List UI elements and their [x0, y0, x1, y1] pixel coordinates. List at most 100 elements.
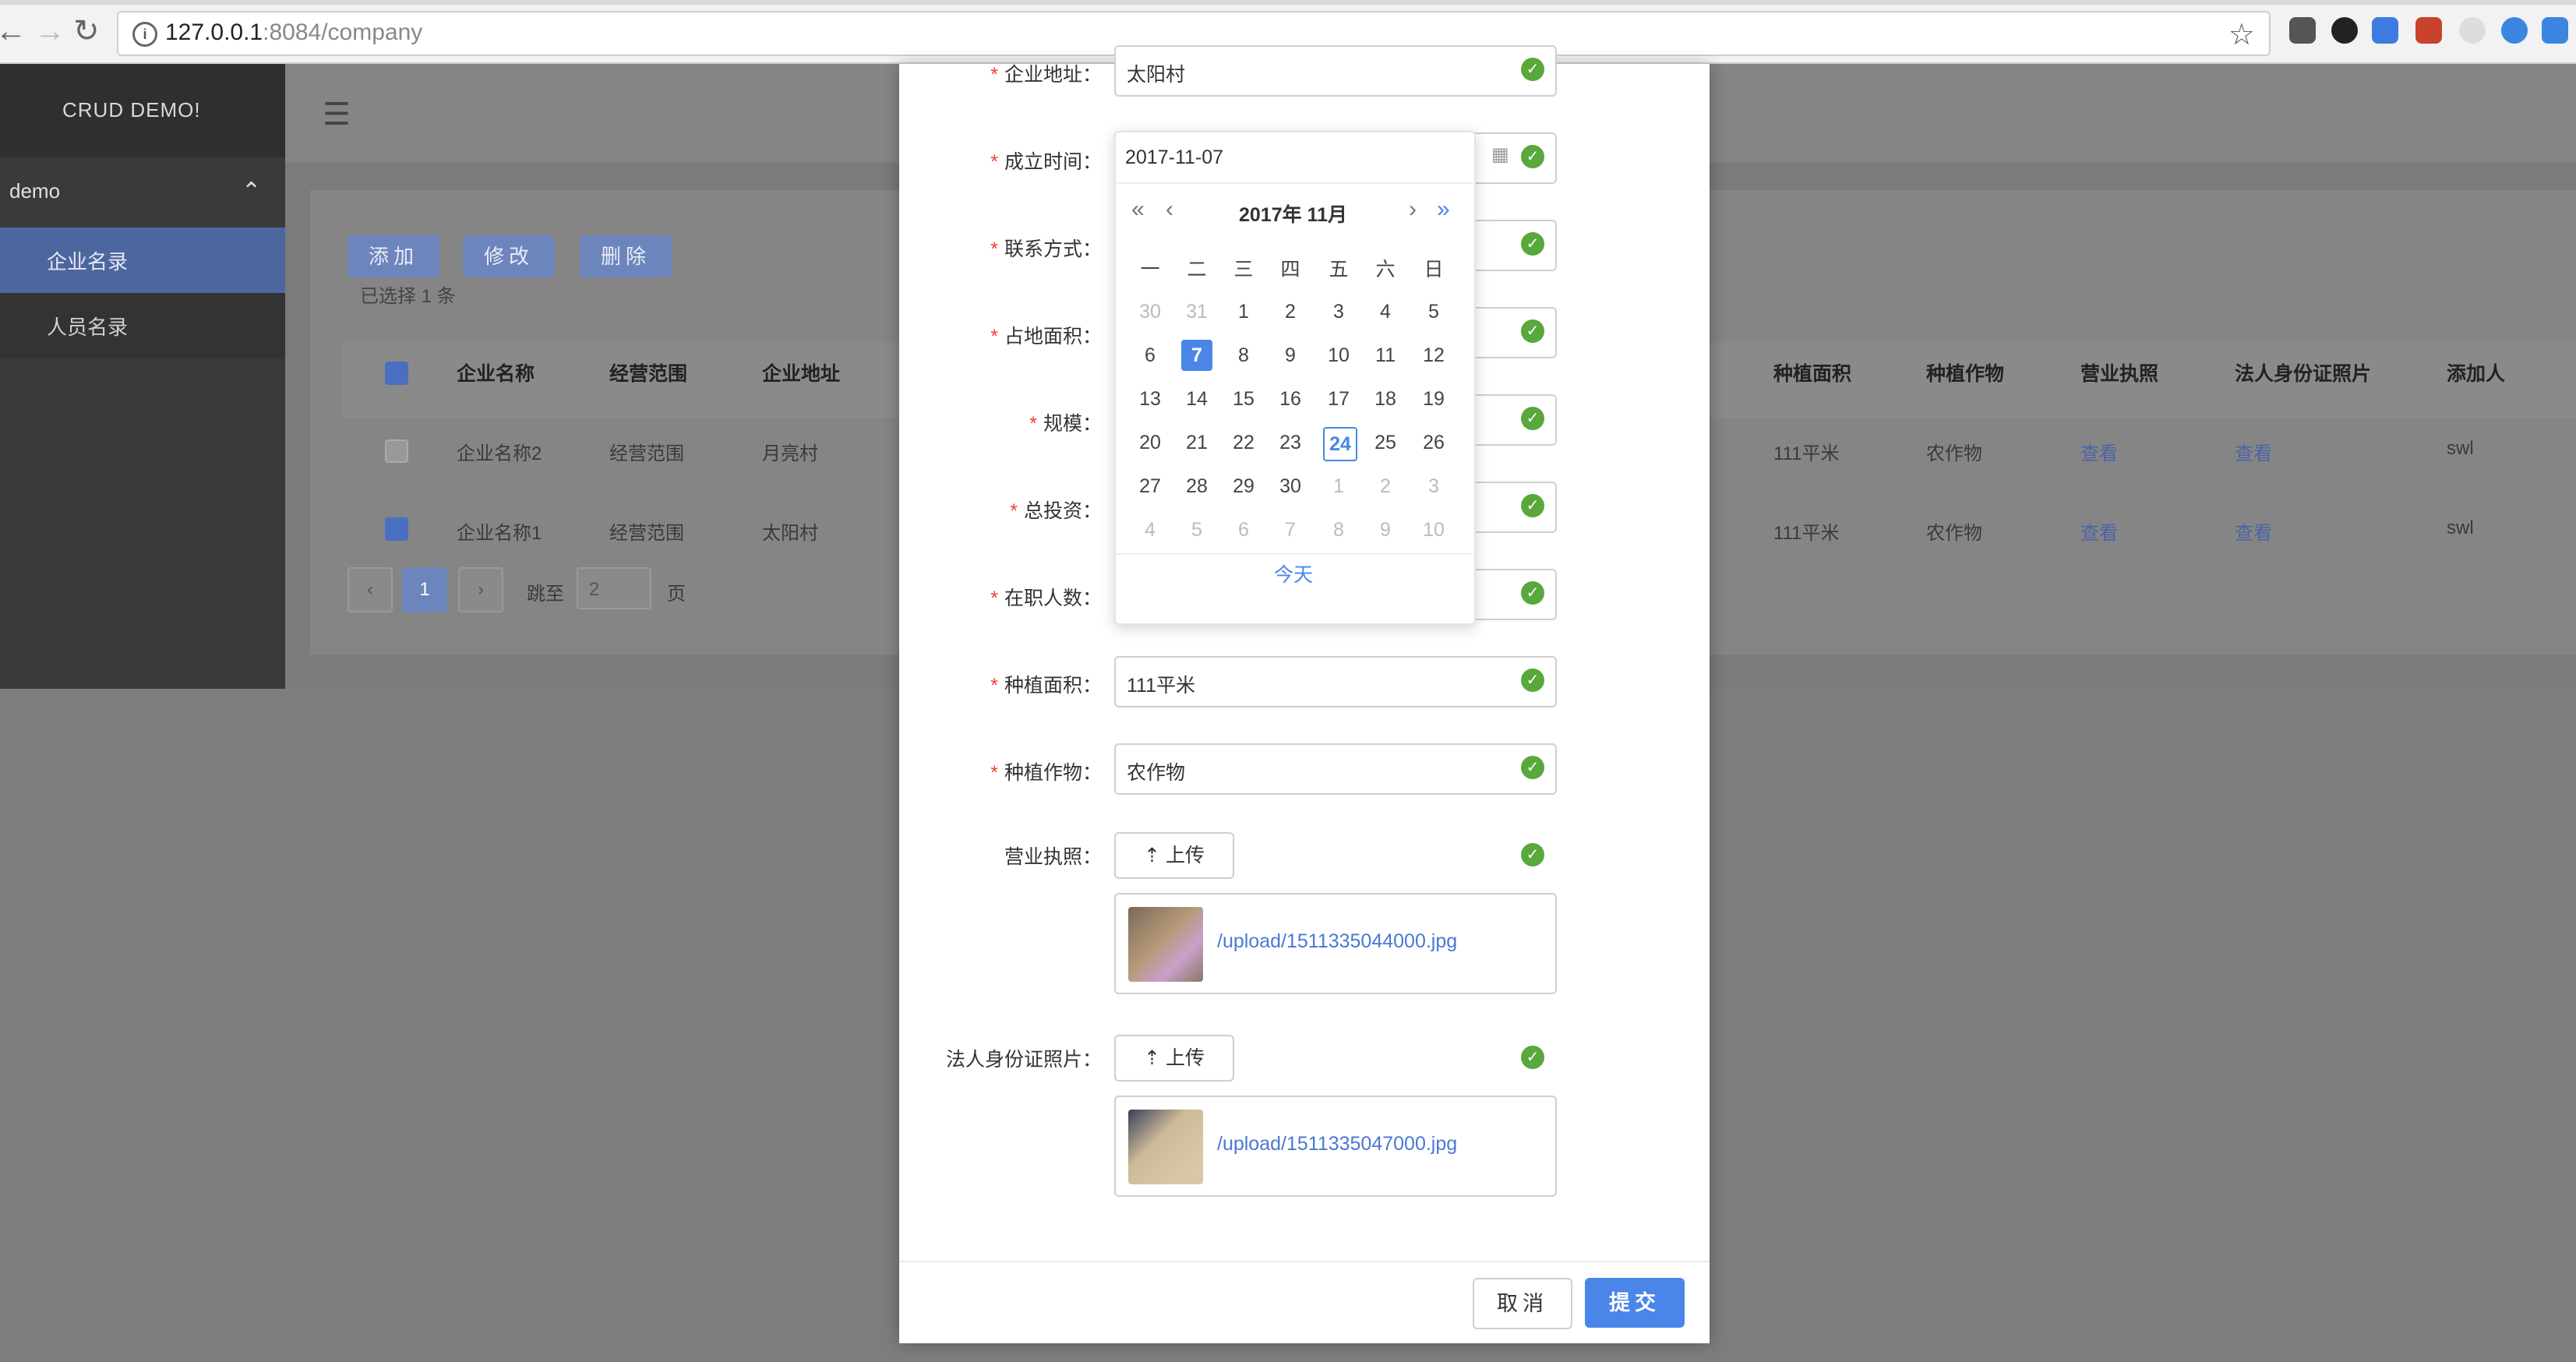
reload-icon[interactable]: ↻: [73, 14, 100, 48]
calendar-day[interactable]: 8: [1228, 340, 1259, 371]
info-icon[interactable]: i: [132, 22, 157, 47]
calendar-day[interactable]: 5: [1181, 514, 1212, 545]
calendar-day[interactable]: 29: [1228, 471, 1259, 502]
back-icon[interactable]: ←: [0, 14, 26, 48]
col-header-name[interactable]: 企业名称: [457, 358, 535, 386]
license-thumbnail[interactable]: [1128, 907, 1203, 982]
form-input[interactable]: 111平米: [1114, 656, 1557, 707]
row-checkbox[interactable]: [385, 439, 408, 463]
col-header-adder[interactable]: 添加人: [2447, 358, 2505, 386]
submit-button[interactable]: 提交: [1585, 1278, 1685, 1328]
view-idcard-link[interactable]: 查看: [2235, 517, 2272, 545]
calendar-day[interactable]: 10: [1323, 340, 1354, 371]
calendar-day[interactable]: 3: [1323, 296, 1354, 327]
extension-icon[interactable]: [2415, 17, 2442, 44]
calendar-day[interactable]: 2: [1275, 296, 1306, 327]
form-input[interactable]: 太阳村: [1114, 45, 1557, 97]
calendar-day[interactable]: 13: [1134, 383, 1166, 415]
calendar-day[interactable]: 18: [1370, 383, 1401, 415]
license-upload-button[interactable]: ⇡ 上传: [1114, 832, 1234, 879]
page-1-button[interactable]: 1: [402, 567, 447, 612]
calendar-day[interactable]: 20: [1134, 427, 1166, 458]
next-page-button[interactable]: ›: [458, 567, 503, 612]
calendar-day[interactable]: 7: [1275, 514, 1306, 545]
col-header-idcard[interactable]: 法人身份证照片: [2235, 358, 2371, 386]
prev-year-button[interactable]: «: [1131, 196, 1145, 223]
calendar-day[interactable]: 4: [1134, 514, 1166, 545]
calendar-day[interactable]: 1: [1323, 471, 1354, 502]
calendar-day[interactable]: 5: [1418, 296, 1449, 327]
form-input[interactable]: 农作物: [1114, 743, 1557, 795]
calendar-day[interactable]: 9: [1275, 340, 1306, 371]
jump-page-input[interactable]: 2: [577, 567, 651, 609]
col-header-crop[interactable]: 种植作物: [1926, 358, 2004, 386]
calendar-day[interactable]: 19: [1418, 383, 1449, 415]
calendar-day[interactable]: 22: [1228, 427, 1259, 458]
calendar-day[interactable]: 30: [1134, 296, 1166, 327]
calendar-day[interactable]: 6: [1134, 340, 1166, 371]
calendar-day[interactable]: 3: [1418, 471, 1449, 502]
calendar-day[interactable]: 21: [1181, 427, 1212, 458]
chevron-up-icon[interactable]: ⌃: [242, 178, 261, 205]
calendar-day[interactable]: 8: [1323, 514, 1354, 545]
calendar-day[interactable]: 7: [1181, 340, 1212, 371]
calendar-day[interactable]: 27: [1134, 471, 1166, 502]
calendar-day[interactable]: 9: [1370, 514, 1401, 545]
calendar-day[interactable]: 30: [1275, 471, 1306, 502]
extension-icon[interactable]: [2372, 17, 2398, 44]
calendar-day[interactable]: 11: [1370, 340, 1401, 371]
sidebar-item-company[interactable]: 企业名录: [0, 228, 285, 293]
calendar-day[interactable]: 31: [1181, 296, 1212, 327]
col-header-scope[interactable]: 经营范围: [609, 358, 687, 386]
idcard-file-link[interactable]: /upload/1511335047000.jpg: [1217, 1133, 1457, 1156]
delete-button[interactable]: 删除: [580, 235, 672, 277]
row-checkbox[interactable]: [385, 517, 408, 541]
bookmark-star-icon[interactable]: ☆: [2228, 17, 2255, 52]
month-title[interactable]: 2017年 11月: [1239, 199, 1347, 228]
calendar-day[interactable]: 2: [1370, 471, 1401, 502]
calendar-day[interactable]: 15: [1228, 383, 1259, 415]
col-header-license[interactable]: 营业执照: [2080, 358, 2158, 386]
view-idcard-link[interactable]: 查看: [2235, 438, 2272, 465]
calendar-day[interactable]: 14: [1181, 383, 1212, 415]
view-license-link[interactable]: 查看: [2080, 438, 2118, 465]
calendar-day[interactable]: 28: [1181, 471, 1212, 502]
calendar-day[interactable]: 17: [1323, 383, 1354, 415]
calendar-day[interactable]: 24: [1323, 427, 1357, 461]
add-button[interactable]: 添加: [348, 235, 439, 277]
next-month-button[interactable]: ›: [1409, 196, 1417, 223]
calendar-icon[interactable]: ▦: [1491, 143, 1509, 166]
select-all-checkbox[interactable]: [385, 362, 408, 385]
calendar-day[interactable]: 4: [1370, 296, 1401, 327]
idcard-thumbnail[interactable]: [1128, 1110, 1203, 1184]
calendar-day[interactable]: 12: [1418, 340, 1449, 371]
calendar-day[interactable]: 26: [1418, 427, 1449, 458]
edit-button[interactable]: 修改: [463, 235, 555, 277]
date-picker-input[interactable]: 2017-11-07: [1114, 131, 1473, 184]
calendar-day[interactable]: 10: [1418, 514, 1449, 545]
col-header-address[interactable]: 企业地址: [762, 358, 840, 386]
view-license-link[interactable]: 查看: [2080, 517, 2118, 545]
calendar-day[interactable]: 1: [1228, 296, 1259, 327]
idcard-upload-button[interactable]: ⇡ 上传: [1114, 1035, 1234, 1081]
menu-group-demo[interactable]: demo: [9, 179, 60, 203]
calendar-day[interactable]: 6: [1228, 514, 1259, 545]
prev-page-button[interactable]: ‹: [348, 567, 393, 612]
prev-month-button[interactable]: ‹: [1166, 196, 1173, 223]
next-year-button[interactable]: »: [1437, 196, 1450, 223]
extension-icon[interactable]: [2542, 17, 2568, 44]
today-button[interactable]: 今天: [1114, 559, 1473, 587]
extension-icon[interactable]: [2331, 17, 2358, 44]
extension-icon[interactable]: [2501, 17, 2528, 44]
sidebar-item-people[interactable]: 人员名录: [0, 293, 285, 358]
calendar-day[interactable]: 16: [1275, 383, 1306, 415]
menu-toggle-icon[interactable]: ☰: [323, 97, 351, 132]
calendar-day[interactable]: 25: [1370, 427, 1401, 458]
forward-icon[interactable]: →: [34, 14, 65, 48]
calendar-day[interactable]: 23: [1275, 427, 1306, 458]
col-header-area[interactable]: 种植面积: [1773, 358, 1851, 386]
extension-icon[interactable]: [2289, 17, 2316, 44]
license-file-link[interactable]: /upload/1511335044000.jpg: [1217, 930, 1457, 953]
cancel-button[interactable]: 取消: [1473, 1278, 1572, 1329]
extension-icon[interactable]: [2459, 17, 2486, 44]
